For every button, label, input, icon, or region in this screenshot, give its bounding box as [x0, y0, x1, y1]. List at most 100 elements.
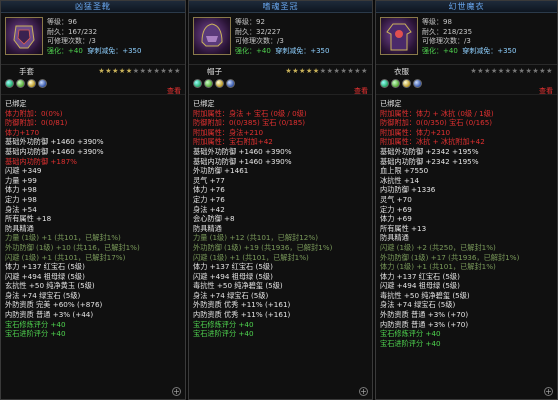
- attribute-line: 内防资质 优秀 +11% (+161): [193, 310, 291, 320]
- gem-icon: [16, 79, 25, 88]
- attribute-line: 身法 +54: [5, 204, 37, 214]
- attribute-line: 会心防御 +8: [193, 214, 235, 224]
- attribute-line: 已绑定: [193, 99, 215, 108]
- attribute-line: 定力 +69: [380, 204, 412, 214]
- item-header: 等级：92 耐久：32/227 可修理次数：/3 强化：+40 穿刺减免：+35…: [189, 13, 372, 65]
- attribute-line: 毒抗性 +50 纯净碧玺 (5级): [380, 290, 470, 300]
- attribute-line: 基础内功防御 +187%: [5, 156, 77, 166]
- attribute-line: 基础外功防御 +1460 +390%: [5, 137, 104, 147]
- gauntlet-icon: [5, 17, 43, 55]
- star-rating: ★★★★★★★★★★★★: [98, 68, 181, 75]
- attribute-line: 力量 +99: [5, 175, 37, 185]
- attribute-line: 力量 (1级) +12 (共101，已解封12%): [193, 233, 319, 243]
- attribute-line: 附加属性：体力+210: [380, 127, 451, 137]
- attribute-line: 闪避 +349: [5, 166, 42, 176]
- star-icon: ★: [511, 67, 519, 75]
- attribute-line: 内防资质 普通 +3% (+70): [380, 319, 469, 329]
- attribute-line: 基础外功防御 +2342 +195%: [380, 146, 479, 156]
- attribute-line: 外功防御 +1461: [193, 166, 249, 176]
- star-icon: ★: [139, 67, 147, 75]
- star-rating: ★★★★★★★★★★★★: [285, 68, 368, 75]
- star-rating: ★★★★★★★★★★★★: [470, 68, 553, 75]
- plus-icon[interactable]: +: [544, 387, 553, 396]
- attribute-line: 附加属性：宝石附加+42: [193, 137, 273, 147]
- item-slot-row: 帽子 ★★★★★★★★★★★★ 查看: [189, 65, 372, 95]
- attribute-line: 所有属性 +18: [5, 214, 52, 224]
- attribute-line: 闪避 +494 祖母绿 (5级): [5, 271, 85, 281]
- attribute-line: 体力 +76: [193, 185, 225, 195]
- plus-icon[interactable]: +: [172, 387, 181, 396]
- slot-name: 手套: [19, 67, 34, 76]
- attribute-line: 体力附加：0(0%): [5, 108, 63, 118]
- attribute-line: 外功防御 (1级) +10 (共116，已解封1%): [5, 242, 140, 252]
- star-icon: ★: [361, 67, 368, 75]
- attribute-line: 宝石进阶评分 +40: [380, 338, 441, 348]
- attribute-line: 基础外功防御 +1460 +390%: [193, 146, 292, 156]
- attribute-line: 闪避 (1级) +1 (共101，已解封17%): [5, 252, 126, 262]
- view-link[interactable]: 查看: [539, 88, 553, 95]
- attribute-line: 体力+170: [5, 127, 40, 137]
- gem-icon: [193, 79, 202, 88]
- star-icon: ★: [118, 67, 126, 75]
- star-icon: ★: [546, 67, 553, 75]
- item-stats: 等级：92 耐久：32/227 可修理次数：/3 强化：+40 穿刺减免：+35…: [235, 18, 330, 55]
- gem-icon: [204, 79, 213, 88]
- plus-icon[interactable]: +: [359, 387, 368, 396]
- attribute-line: 灵气 +77: [193, 175, 225, 185]
- item-stats: 等级：96 耐久：167/232 可修理次数：/3 强化：+40 穿刺减免：+3…: [47, 18, 142, 55]
- gem-icon: [413, 79, 422, 88]
- attribute-line: 所有属性 +13: [380, 223, 427, 233]
- helmet-icon: [193, 17, 231, 55]
- gem-icon: [38, 79, 47, 88]
- attribute-line: 身法 +42: [193, 204, 225, 214]
- attribute-line: 基础内功防御 +2342 +195%: [380, 156, 479, 166]
- attribute-line: 防具精通: [193, 223, 222, 233]
- attribute-line: 定力 +76: [193, 194, 225, 204]
- attribute-line: 防御附加：0(0/81): [5, 118, 68, 128]
- item-slot-row: 衣服 ★★★★★★★★★★★★ 查看: [376, 65, 557, 95]
- attribute-line: 外功防御 (1级) +19 (共1936，已解封1%): [193, 242, 333, 252]
- gem-slots: [5, 79, 47, 88]
- gem-slots: [380, 79, 422, 88]
- attribute-line: 灵气 +70: [380, 194, 412, 204]
- attribute-line: 防具精通: [5, 223, 34, 233]
- star-icon: ★: [125, 67, 133, 75]
- attribute-line: 内防资质 普通 +3% (+44): [5, 310, 94, 320]
- attribute-line: 冰抗性 +14: [380, 175, 420, 185]
- attribute-line: 体力 +137 红宝石 (5级): [380, 271, 460, 281]
- attribute-line: 宝石进阶评分 +40: [5, 329, 66, 339]
- item-title: 嗜魂圣冠: [189, 1, 372, 13]
- item-slot-row: 手套 ★★★★★★★★★★★★ 查看: [1, 65, 185, 95]
- star-icon: ★: [299, 67, 306, 75]
- item-header: 等级：98 耐久：218/235 可修理次数：/3 强化：+40 穿刺减免：+3…: [376, 13, 557, 65]
- attribute-line: 基础内功防御 +1460 +390%: [5, 146, 104, 156]
- star-icon: ★: [174, 67, 181, 75]
- attribute-line: 附加属性：身法 + 宝石 (0级 / 0级): [193, 108, 307, 118]
- attribute-line: 血上限 +7550: [380, 166, 429, 176]
- star-icon: ★: [312, 67, 320, 75]
- star-icon: ★: [112, 67, 119, 75]
- item-title: 凶猛圣靴: [1, 1, 185, 13]
- attribute-line: 附加属性：身法+210: [193, 127, 264, 137]
- item-tooltip-panel-2: 嗜魂圣冠 等级：92 耐久：32/227 可修理次数：/3 强化：+40 穿刺减…: [188, 0, 373, 400]
- star-icon: ★: [326, 67, 334, 75]
- attribute-line: 外防资质 完美 +60% (+876): [5, 300, 103, 310]
- star-icon: ★: [132, 67, 140, 75]
- star-icon: ★: [490, 67, 498, 75]
- attribute-line: 附加属性：冰抗 + 冰抗附加+42: [380, 137, 485, 147]
- item-header: 等级：96 耐久：167/232 可修理次数：/3 强化：+40 穿刺减免：+3…: [1, 13, 185, 65]
- attribute-line: 身法 +74 绿宝石 (5级): [193, 290, 269, 300]
- slot-name: 衣服: [394, 67, 409, 76]
- gem-icon: [215, 79, 224, 88]
- attribute-line: 身法 +74 绿宝石 (5级): [380, 300, 456, 310]
- attribute-line: 宝石修炼评分 +40: [193, 319, 254, 329]
- attribute-line: 闪避 (1级) +2 (共250，已解封1%): [380, 242, 496, 252]
- item-title: 幻世魔衣: [376, 1, 557, 13]
- attribute-line: 宝石进阶评分 +40: [193, 329, 254, 339]
- view-link[interactable]: 查看: [167, 88, 181, 95]
- attribute-line: 防御附加：0(0/385) 宝石 (0/185): [193, 118, 306, 128]
- item-tooltip-panel-3: 幻世魔衣 等级：98 耐久：218/235 可修理次数：/3 强化：+40 穿刺…: [375, 0, 558, 400]
- gem-icon: [27, 79, 36, 88]
- attribute-line: 体力 +137 红宝石 (5级): [193, 262, 273, 272]
- view-link[interactable]: 查看: [354, 88, 368, 95]
